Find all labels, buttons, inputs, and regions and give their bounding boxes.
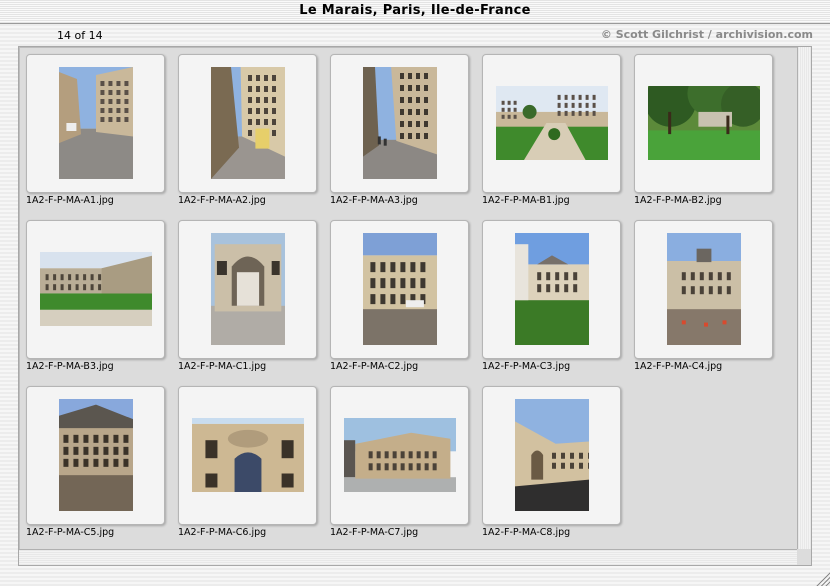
thumbnail-frame[interactable] — [482, 54, 621, 193]
thumbnail-filename: 1A2-F-P-MA-B1.jpg — [482, 195, 570, 206]
thumbnail-panel: 1A2-F-P-MA-A1.jpg 1A2-F-P-MA-A2.jpg 1A2-F-… — [18, 46, 812, 566]
photo-thumbnail-icon[interactable] — [192, 418, 304, 492]
thumbnail-frame[interactable] — [26, 220, 165, 359]
thumbnail-frame[interactable] — [178, 54, 317, 193]
thumbnail-frame[interactable] — [482, 220, 621, 359]
photo-thumbnail-icon[interactable] — [363, 233, 437, 345]
thumbnail-item[interactable]: 1A2-F-P-MA-A1.jpg — [19, 47, 171, 209]
thumbnail-filename: 1A2-F-P-MA-C5.jpg — [26, 527, 115, 538]
thumbnail-item[interactable]: 1A2-F-P-MA-C5.jpg — [19, 379, 171, 541]
thumbnail-item[interactable]: 1A2-F-P-MA-C2.jpg — [323, 213, 475, 375]
thumbnail-frame[interactable] — [330, 386, 469, 525]
thumbnail-filename: 1A2-F-P-MA-C3.jpg — [482, 361, 571, 372]
thumbnail-filename: 1A2-F-P-MA-C4.jpg — [634, 361, 723, 372]
window-title: Le Marais, Paris, Ile-de-France — [299, 3, 531, 18]
photo-thumbnail-icon[interactable] — [59, 67, 133, 179]
thumbnail-item[interactable]: 1A2-F-P-MA-C4.jpg — [627, 213, 779, 375]
window-titlebar[interactable]: Le Marais, Paris, Ile-de-France — [0, 0, 830, 24]
photo-thumbnail-icon[interactable] — [648, 86, 760, 160]
thumbnail-item[interactable]: 1A2-F-P-MA-A2.jpg — [171, 47, 323, 209]
thumbnail-frame[interactable] — [26, 54, 165, 193]
thumbnail-filename: 1A2-F-P-MA-C1.jpg — [178, 361, 267, 372]
photo-thumbnail-icon[interactable] — [363, 67, 437, 179]
vertical-scrollbar[interactable] — [797, 47, 811, 549]
photo-thumbnail-icon[interactable] — [344, 418, 456, 492]
thumbnail-frame[interactable] — [634, 54, 773, 193]
thumbnail-frame[interactable] — [178, 386, 317, 525]
photo-thumbnail-icon[interactable] — [515, 399, 589, 511]
thumbnail-item[interactable]: 1A2-F-P-MA-B1.jpg — [475, 47, 627, 209]
photo-thumbnail-icon[interactable] — [211, 233, 285, 345]
thumbnail-filename: 1A2-F-P-MA-C8.jpg — [482, 527, 571, 538]
thumbnail-filename: 1A2-F-P-MA-A3.jpg — [330, 195, 418, 206]
photo-thumbnail-icon[interactable] — [40, 252, 152, 326]
thumbnail-item[interactable]: 1A2-F-P-MA-C7.jpg — [323, 379, 475, 541]
thumbnail-filename: 1A2-F-P-MA-B3.jpg — [26, 361, 114, 372]
thumbnail-frame[interactable] — [178, 220, 317, 359]
thumbnail-filename: 1A2-F-P-MA-A2.jpg — [178, 195, 266, 206]
thumbnail-filename: 1A2-F-P-MA-C6.jpg — [178, 527, 267, 538]
thumbnail-filename: 1A2-F-P-MA-A1.jpg — [26, 195, 114, 206]
thumbnail-frame[interactable] — [482, 386, 621, 525]
thumbnail-frame[interactable] — [330, 220, 469, 359]
thumbnail-filename: 1A2-F-P-MA-C7.jpg — [330, 527, 419, 538]
thumbnail-item[interactable]: 1A2-F-P-MA-B2.jpg — [627, 47, 779, 209]
thumbnail-item[interactable]: 1A2-F-P-MA-B3.jpg — [19, 213, 171, 375]
thumbnail-filename: 1A2-F-P-MA-C2.jpg — [330, 361, 419, 372]
photo-thumbnail-icon[interactable] — [667, 233, 741, 345]
thumbnail-filename: 1A2-F-P-MA-B2.jpg — [634, 195, 722, 206]
photo-thumbnail-icon[interactable] — [496, 86, 608, 160]
thumbnail-frame[interactable] — [634, 220, 773, 359]
thumbnail-item[interactable]: 1A2-F-P-MA-C8.jpg — [475, 379, 627, 541]
thumbnail-frame[interactable] — [26, 386, 165, 525]
thumbnail-item[interactable]: 1A2-F-P-MA-C3.jpg — [475, 213, 627, 375]
photo-thumbnail-icon[interactable] — [211, 67, 285, 179]
resize-grip-icon[interactable] — [815, 571, 830, 586]
photo-thumbnail-icon[interactable] — [59, 399, 133, 511]
thumbnail-item[interactable]: 1A2-F-P-MA-C6.jpg — [171, 379, 323, 541]
horizontal-scrollbar[interactable] — [19, 549, 797, 565]
photo-thumbnail-icon[interactable] — [515, 233, 589, 345]
thumbnail-frame[interactable] — [330, 54, 469, 193]
thumbnail-item[interactable]: 1A2-F-P-MA-C1.jpg — [171, 213, 323, 375]
thumbnail-grid: 1A2-F-P-MA-A1.jpg 1A2-F-P-MA-A2.jpg 1A2-F-… — [19, 47, 797, 549]
image-counter: 14 of 14 — [57, 29, 103, 42]
copyright-notice: © Scott Gilchrist / archivision.com — [600, 28, 813, 41]
thumbnail-item[interactable]: 1A2-F-P-MA-A3.jpg — [323, 47, 475, 209]
